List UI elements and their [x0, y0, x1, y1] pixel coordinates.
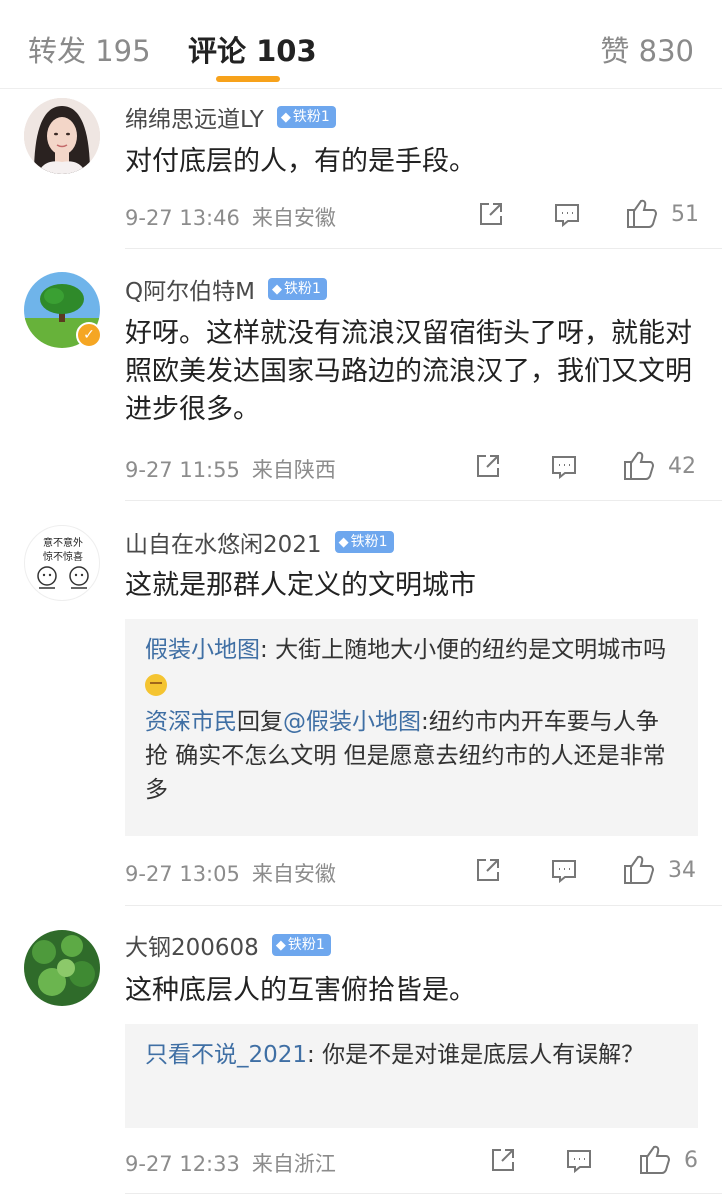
divider	[125, 248, 722, 249]
diamond-icon: ◆	[275, 938, 286, 953]
tab-repost-count: 195	[95, 34, 151, 68]
tab-comment-count: 103	[256, 34, 317, 68]
diamond-icon: ◆	[272, 282, 283, 297]
reply-separator: :	[421, 709, 429, 735]
comment-location: 来自安徽	[251, 862, 336, 886]
comment-text: 这就是那群人定义的文明城市	[125, 570, 476, 601]
comment-icon[interactable]	[565, 1147, 593, 1175]
reply-username[interactable]: 资深市民	[145, 709, 237, 735]
reply-username[interactable]: 假装小地图	[145, 637, 260, 663]
comment-location: 来自浙江	[251, 1152, 336, 1176]
comment-location: 来自安徽	[251, 206, 336, 230]
comment-location: 来自陕西	[251, 458, 336, 482]
tab-like-label: 赞	[600, 34, 630, 68]
comment-meta: 9-27 12:33 来自浙江	[125, 1148, 348, 1178]
comment-date: 9-27 13:46	[125, 206, 240, 230]
divider	[125, 1193, 722, 1194]
avatar[interactable]	[24, 98, 100, 174]
comment-date: 9-27 13:05	[125, 862, 240, 886]
comment-tabs: 转发 195 评论 103 赞 830	[0, 0, 722, 89]
active-tab-indicator	[216, 76, 280, 82]
like-icon[interactable]	[625, 197, 659, 229]
reply-text: 大街上随地大小便的纽约是文明城市吗	[275, 637, 667, 663]
comment-icon[interactable]	[550, 857, 578, 885]
tab-comment-label: 评论	[188, 34, 247, 68]
tab-repost[interactable]: 转发 195	[28, 28, 151, 70]
comment-meta: 9-27 11:55 来自陕西	[125, 454, 348, 484]
comment-text: 这种底层人的互害俯拾皆是。	[125, 975, 476, 1006]
thinking-emoji-icon	[145, 673, 167, 696]
reply-text: 你是不是对谁是底层人有误解？	[322, 1042, 645, 1068]
reply-separator: :	[307, 1042, 323, 1068]
fan-badge-label: 铁粉1	[292, 109, 330, 125]
comment-text: 对付底层的人，有的是手段。	[125, 146, 476, 177]
comment-icon[interactable]	[550, 453, 578, 481]
reply-box[interactable]: 只看不说_2021: 你是不是对谁是底层人有误解？	[125, 1024, 698, 1128]
username[interactable]: Q阿尔伯特M	[125, 279, 255, 305]
tab-repost-label: 转发	[28, 34, 87, 68]
username[interactable]: 绵绵思远道LY	[125, 107, 264, 133]
share-icon[interactable]	[474, 856, 502, 884]
share-icon[interactable]	[477, 200, 505, 228]
fan-badge-label: 铁粉1	[284, 281, 321, 297]
verified-icon: ✓	[76, 322, 102, 348]
reply-box[interactable]: 假装小地图: 大街上随地大小便的纽约是文明城市吗 资深市民回复@假装小地图:纽约…	[125, 619, 698, 836]
fan-badge: ◆ 铁粉1	[271, 934, 331, 956]
fan-badge-label: 铁粉1	[350, 534, 388, 550]
comment-date: 9-27 12:33	[125, 1152, 240, 1176]
username[interactable]: 山自在水悠闲2021	[125, 532, 322, 558]
divider	[125, 500, 722, 501]
like-count: 34	[668, 858, 696, 883]
like-count: 42	[668, 454, 696, 479]
like-count: 6	[684, 1148, 698, 1173]
comment-meta: 9-27 13:46 来自安徽	[125, 202, 348, 232]
reply-item: 假装小地图: 大街上随地大小便的纽约是文明城市吗	[145, 633, 678, 701]
tab-comment[interactable]: 评论 103	[188, 28, 317, 70]
like-icon[interactable]	[622, 853, 656, 885]
tab-like-count: 830	[638, 34, 694, 68]
reply-mention[interactable]: @假装小地图	[283, 709, 421, 735]
share-icon[interactable]	[489, 1146, 517, 1174]
comment-text: 好呀。这样就没有流浪汉留宿街头了呀，就能对照欧美发达国家马路边的流浪汉了，我们又…	[125, 318, 692, 425]
avatar[interactable]: 意不意外 惊不惊喜	[24, 525, 100, 601]
like-icon[interactable]	[638, 1143, 672, 1175]
tab-like[interactable]: 赞 830	[600, 28, 694, 70]
share-icon[interactable]	[474, 452, 502, 480]
comment-date: 9-27 11:55	[125, 458, 240, 482]
fan-badge: ◆ 铁粉1	[334, 531, 394, 553]
username[interactable]: 大钢200608	[125, 935, 259, 961]
like-count: 51	[671, 202, 699, 227]
reply-item: 只看不说_2021: 你是不是对谁是底层人有误解？	[145, 1038, 678, 1072]
avatar[interactable]	[24, 930, 100, 1006]
reply-separator: :	[260, 637, 276, 663]
divider	[125, 905, 722, 906]
reply-item: 资深市民回复@假装小地图:纽约市内开车要与人争抢 确实不怎么文明 但是愿意去纽约…	[145, 705, 678, 807]
reply-username[interactable]: 只看不说_2021	[145, 1042, 307, 1068]
like-icon[interactable]	[622, 449, 656, 481]
comment-icon[interactable]	[553, 201, 581, 229]
fan-badge-label: 铁粉1	[287, 937, 325, 953]
fan-badge: ◆ 铁粉1	[268, 278, 327, 300]
diamond-icon: ◆	[280, 110, 291, 125]
reply-verb: 回复	[237, 709, 283, 735]
diamond-icon: ◆	[338, 535, 349, 550]
fan-badge: ◆ 铁粉1	[276, 106, 336, 128]
comment-meta: 9-27 13:05 来自安徽	[125, 858, 348, 888]
